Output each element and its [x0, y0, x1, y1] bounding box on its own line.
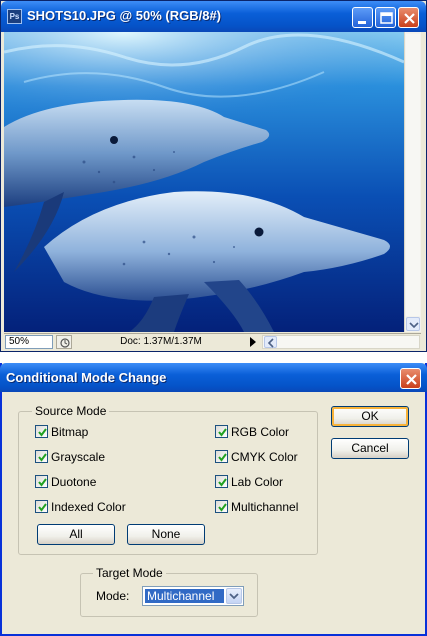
status-menu-arrow-icon: [250, 337, 256, 347]
status-options-button[interactable]: [56, 335, 72, 349]
checkbox-box[interactable]: [35, 500, 48, 513]
scroll-left-arrow-icon: [267, 338, 274, 348]
checkmark-icon: [218, 503, 227, 512]
checkmark-icon: [218, 478, 227, 487]
checkbox-box[interactable]: [35, 475, 48, 488]
minimize-icon: [358, 21, 366, 24]
status-options-icon: [60, 338, 70, 348]
vertical-scrollbar[interactable]: [404, 32, 421, 332]
checkbox-box[interactable]: [215, 425, 228, 438]
document-window: Ps SHOTS10.JPG @ 50% (RGB/8#) 50% Doc: 1…: [0, 0, 427, 352]
dialog-close-button[interactable]: [400, 368, 421, 389]
ok-button[interactable]: OK: [331, 406, 409, 427]
checkbox-multichannel[interactable]: Multichannel: [215, 499, 315, 515]
checkbox-label: RGB Color: [231, 425, 290, 439]
checkbox-lab-color[interactable]: Lab Color: [215, 474, 315, 490]
checkbox-label: Grayscale: [51, 450, 106, 464]
scroll-down-button[interactable]: [406, 317, 420, 331]
checkmark-icon: [38, 428, 47, 437]
photoshop-icon: Ps: [7, 9, 22, 24]
chevron-down-icon: [229, 593, 239, 600]
scroll-down-arrow-icon: [409, 322, 419, 329]
checkbox-label: CMYK Color: [231, 450, 298, 464]
close-icon: [406, 374, 417, 385]
checkbox-label: Duotone: [51, 475, 97, 489]
vertical-scroll-track[interactable]: [406, 34, 420, 316]
checkbox-rgb-color[interactable]: RGB Color: [215, 424, 315, 440]
conditional-mode-change-dialog: Conditional Mode Change Source Mode Bitm…: [0, 363, 427, 636]
checkbox-box[interactable]: [215, 450, 228, 463]
checkbox-indexed-color[interactable]: Indexed Color: [35, 499, 155, 515]
close-button[interactable]: [398, 7, 419, 28]
document-image-canvas[interactable]: [4, 32, 404, 332]
source-mode-label: Source Mode: [32, 404, 110, 418]
minimize-button[interactable]: [352, 7, 373, 28]
mode-select-value: Multichannel: [145, 589, 224, 603]
all-button[interactable]: All: [37, 524, 115, 545]
checkmark-icon: [38, 478, 47, 487]
document-title: SHOTS10.JPG @ 50% (RGB/8#): [27, 8, 222, 23]
mode-select[interactable]: Multichannel: [142, 586, 244, 606]
checkbox-box[interactable]: [35, 425, 48, 438]
mode-label: Mode:: [96, 589, 130, 603]
dialog-titlebar[interactable]: Conditional Mode Change: [0, 363, 427, 392]
checkbox-box[interactable]: [215, 500, 228, 513]
zoom-level-field[interactable]: 50%: [5, 335, 53, 349]
maximize-button[interactable]: [375, 7, 396, 28]
dialog-title: Conditional Mode Change: [6, 370, 167, 385]
target-mode-group: Target Mode Mode: Multichannel: [80, 566, 258, 617]
none-button[interactable]: None: [127, 524, 205, 545]
checkmark-icon: [218, 428, 227, 437]
maximize-icon: [380, 12, 393, 24]
checkbox-label: Bitmap: [51, 425, 89, 439]
document-size-info: Doc: 1.37M/1.37M: [120, 336, 202, 347]
horizontal-scrollbar[interactable]: [262, 335, 420, 349]
checkbox-box[interactable]: [35, 450, 48, 463]
checkbox-duotone[interactable]: Duotone: [35, 474, 155, 490]
checkbox-cmyk-color[interactable]: CMYK Color: [215, 449, 315, 465]
dolphins-image: [4, 32, 404, 332]
checkbox-box[interactable]: [215, 475, 228, 488]
checkbox-bitmap[interactable]: Bitmap: [35, 424, 155, 440]
checkmark-icon: [218, 453, 227, 462]
mode-dropdown-button[interactable]: [226, 588, 242, 604]
target-mode-label: Target Mode: [93, 566, 166, 580]
checkbox-label: Indexed Color: [51, 500, 126, 514]
checkbox-label: Multichannel: [231, 500, 299, 514]
checkmark-icon: [38, 503, 47, 512]
status-bar: 50% Doc: 1.37M/1.37M: [4, 333, 421, 350]
close-icon: [404, 13, 415, 24]
source-mode-group: Source Mode Bitmap Grayscale Duotone Ind…: [18, 404, 318, 555]
scroll-left-button[interactable]: [264, 336, 277, 348]
document-titlebar[interactable]: Ps SHOTS10.JPG @ 50% (RGB/8#): [1, 1, 426, 32]
cancel-button[interactable]: Cancel: [331, 438, 409, 459]
checkmark-icon: [38, 453, 47, 462]
status-menu-button[interactable]: [246, 335, 260, 349]
checkbox-grayscale[interactable]: Grayscale: [35, 449, 155, 465]
checkbox-label: Lab Color: [231, 475, 284, 489]
